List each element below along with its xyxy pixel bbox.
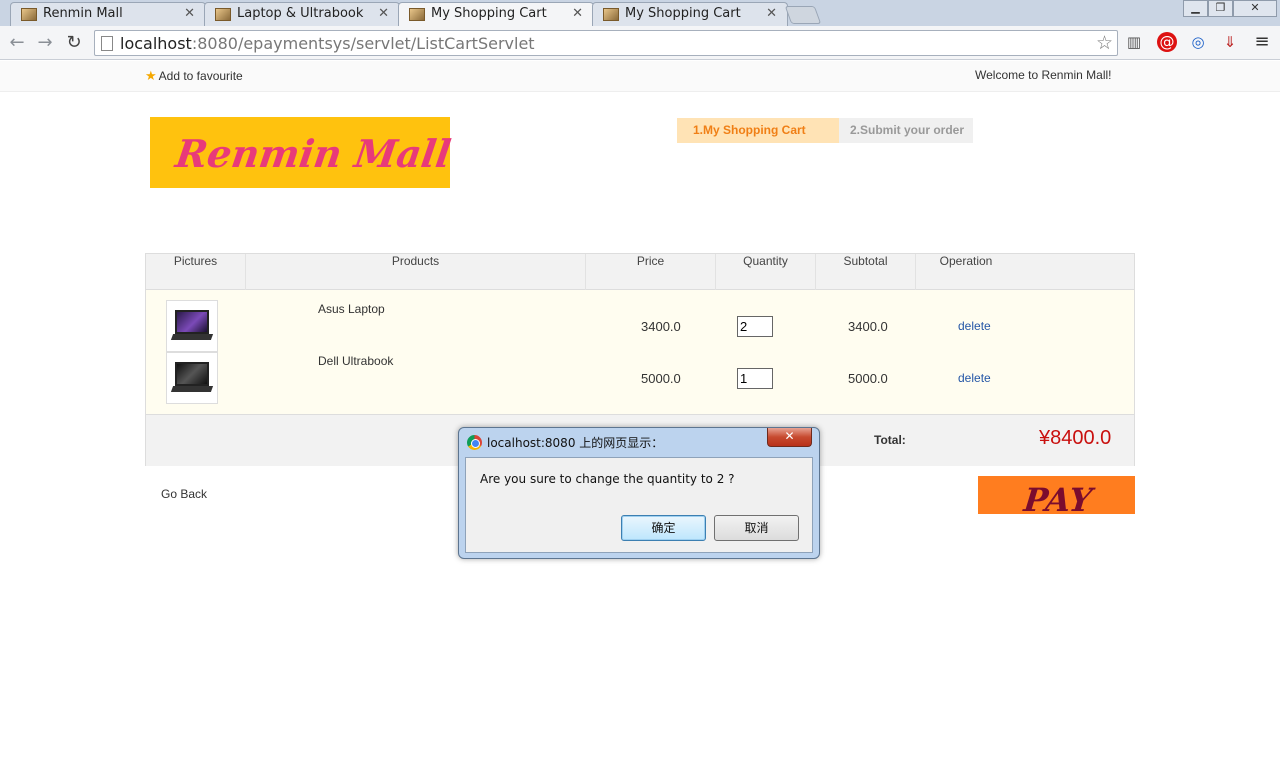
step-my-shopping-cart: 1.My Shopping Cart: [677, 118, 839, 143]
subtotal-cell: 5000.0: [848, 371, 888, 386]
subtotal-cell: 3400.0: [848, 319, 888, 334]
back-icon[interactable]: ←: [6, 32, 28, 54]
minimize-icon[interactable]: ▁: [1183, 0, 1208, 17]
favicon-icon: [409, 8, 425, 21]
logo-text: Renmin Mall: [172, 131, 454, 176]
product-name[interactable]: Asus Laptop: [318, 302, 385, 316]
welcome-text: Welcome to Renmin Mall!: [975, 68, 1112, 82]
favicon-icon: [215, 8, 231, 21]
pay-button[interactable]: PAY: [978, 476, 1135, 514]
chrome-icon: [467, 435, 482, 450]
download-extension-icon[interactable]: ⇓: [1220, 32, 1240, 52]
pay-label: PAY: [1022, 481, 1094, 514]
top-strip: ★ Add to favourite Welcome to Renmin Mall…: [0, 61, 1280, 92]
browser-tab-2[interactable]: Laptop & Ultrabook ✕: [204, 2, 400, 26]
browser-tab-3[interactable]: My Shopping Cart ✕: [398, 2, 594, 27]
dialog-title: localhost:8080 上的网页显示：: [487, 436, 664, 450]
favicon-icon: [603, 8, 619, 21]
browser-tab-4[interactable]: My Shopping Cart ✕: [592, 2, 788, 26]
quantity-input[interactable]: [737, 368, 773, 389]
tab-strip: Renmin Mall ✕ Laptop & Ultrabook ✕ My Sh…: [0, 0, 1280, 27]
reload-icon[interactable]: ↻: [63, 32, 85, 54]
favicon-icon: [21, 8, 37, 21]
column-quantity: Quantity: [716, 254, 816, 290]
table-header: Pictures Products Price Quantity Subtota…: [146, 254, 1134, 290]
dialog-body: Are you sure to change the quantity to 2…: [465, 457, 813, 553]
reader-icon[interactable]: ▥: [1124, 32, 1144, 52]
address-bar[interactable]: localhost:8080/epaymentsys/servlet/ListC…: [94, 30, 1118, 56]
column-price: Price: [586, 254, 716, 290]
restore-icon[interactable]: ❐: [1208, 0, 1233, 17]
total-value: ¥8400.0: [1039, 427, 1112, 449]
column-pictures: Pictures: [146, 254, 246, 290]
tab-title: My Shopping Cart: [625, 6, 741, 21]
price-cell: 5000.0: [641, 371, 681, 386]
add-favourite-link[interactable]: ★ Add to favourite: [145, 68, 243, 84]
product-image-asus[interactable]: [166, 300, 218, 352]
tab-title: My Shopping Cart: [431, 6, 547, 21]
column-products: Products: [246, 254, 586, 290]
tab-close-icon[interactable]: ✕: [184, 6, 195, 21]
price-cell: 3400.0: [641, 319, 681, 334]
table-body: Asus Laptop 3400.0 3400.0 delete Dell Ul…: [146, 290, 1134, 415]
tab-close-icon[interactable]: ✕: [766, 6, 777, 21]
tab-close-icon[interactable]: ✕: [378, 6, 389, 21]
step-submit-order: 2.Submit your order: [839, 118, 973, 143]
delete-link[interactable]: delete: [958, 319, 991, 333]
window-close-icon[interactable]: ✕: [1233, 0, 1277, 17]
translate-extension-icon[interactable]: ◎: [1188, 32, 1208, 52]
tab-title: Laptop & Ultrabook: [237, 6, 364, 21]
new-tab-button[interactable]: [784, 6, 822, 24]
quantity-input[interactable]: [737, 316, 773, 337]
tab-title: Renmin Mall: [43, 6, 123, 21]
product-name[interactable]: Dell Ultrabook: [318, 354, 393, 368]
column-subtotal: Subtotal: [816, 254, 916, 290]
forward-icon[interactable]: →: [34, 32, 56, 54]
total-label: Total:: [874, 433, 906, 447]
browser-tab-1[interactable]: Renmin Mall ✕: [10, 2, 206, 26]
menu-icon[interactable]: ≡: [1252, 32, 1272, 52]
cancel-button[interactable]: 取消: [714, 515, 799, 541]
product-image-dell[interactable]: [166, 352, 218, 404]
dialog-message: Are you sure to change the quantity to 2…: [480, 472, 735, 486]
column-operation: Operation: [939, 254, 993, 268]
ok-button[interactable]: 确定: [621, 515, 706, 541]
mail-extension-icon[interactable]: @: [1157, 32, 1177, 52]
dialog-close-button[interactable]: ✕: [767, 428, 812, 447]
url-text: localhost:8080/epaymentsys/servlet/ListC…: [120, 34, 535, 53]
browser-toolbar: ← → ↻ localhost:8080/epaymentsys/servlet…: [0, 26, 1280, 60]
tab-close-icon[interactable]: ✕: [572, 6, 583, 21]
bookmark-star-icon[interactable]: ☆: [1096, 32, 1113, 54]
delete-link[interactable]: delete: [958, 371, 991, 385]
confirm-dialog: localhost:8080 上的网页显示： ✕ Are you sure to…: [458, 427, 820, 559]
page-icon: [101, 36, 113, 51]
go-back-link[interactable]: Go Back: [161, 487, 207, 501]
site-logo[interactable]: Renmin Mall: [150, 117, 454, 188]
star-icon: ★: [145, 68, 157, 83]
